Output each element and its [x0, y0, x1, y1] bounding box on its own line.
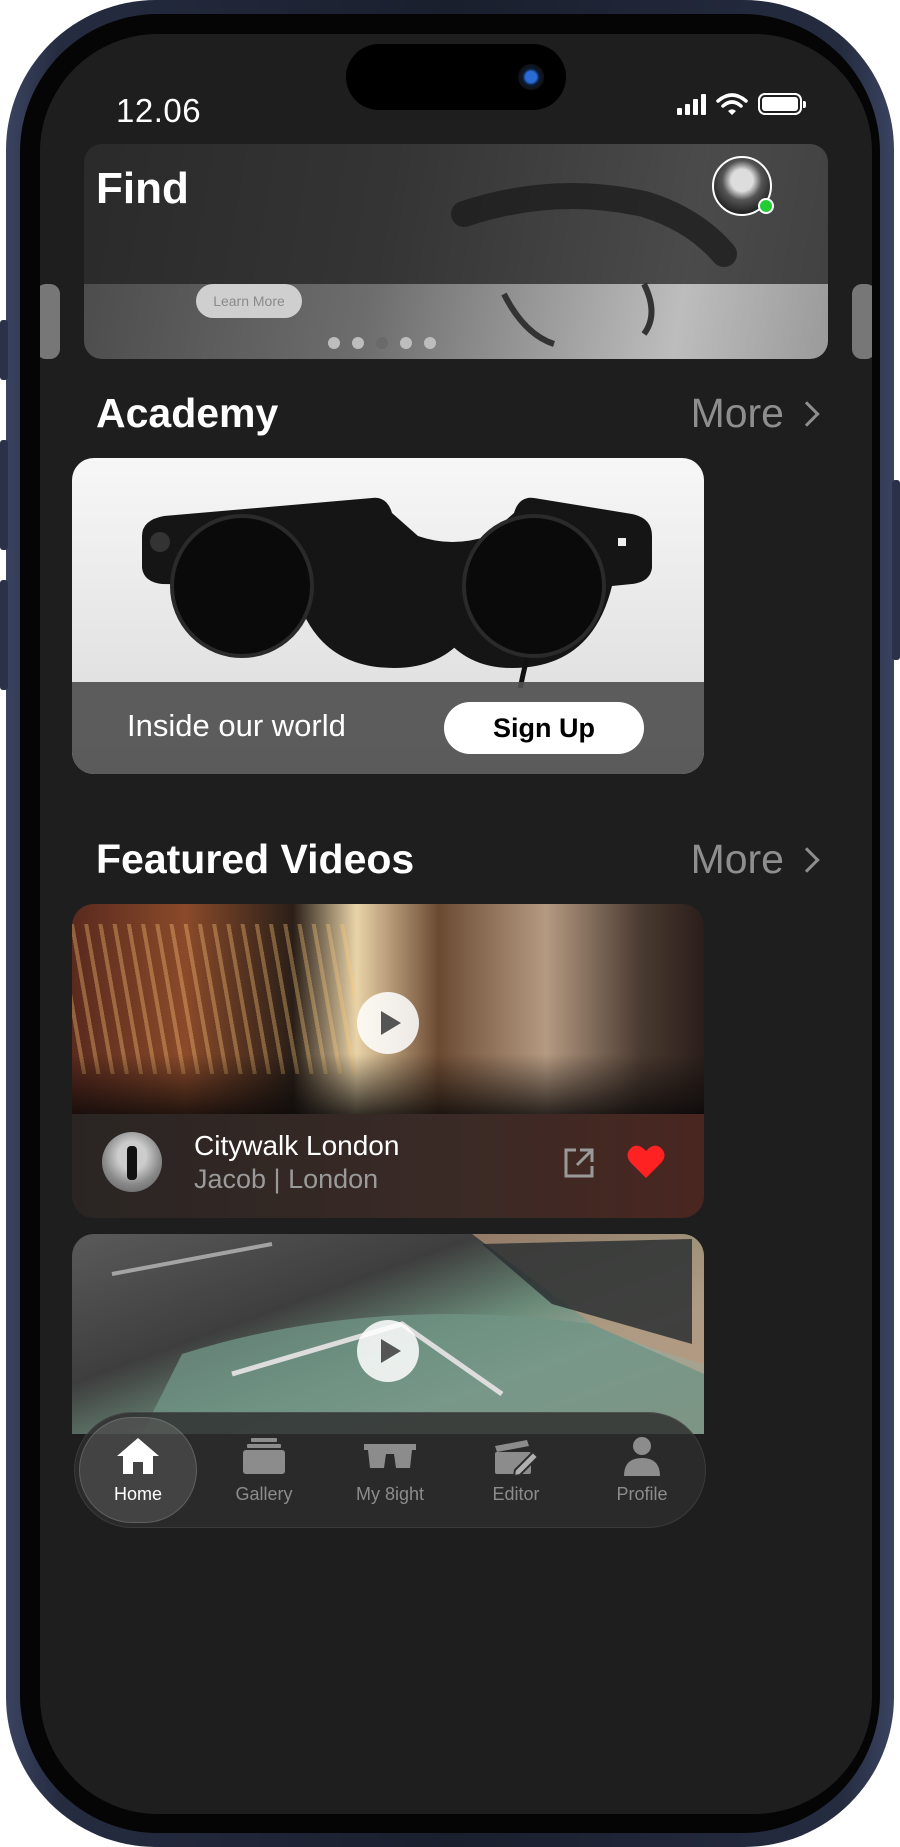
heart-icon[interactable] — [626, 1144, 666, 1180]
academy-glasses-image — [142, 497, 652, 688]
tab-my-8ight[interactable]: My 8ight — [327, 1413, 453, 1527]
tab-label: Profile — [616, 1483, 668, 1504]
academy-more-link[interactable]: More — [690, 390, 820, 437]
page-title: Find — [96, 164, 189, 213]
tab-label: Gallery — [235, 1483, 293, 1504]
banner-next-peek — [852, 284, 872, 359]
more-label: More — [690, 390, 784, 436]
academy-caption: Inside our world — [127, 708, 346, 743]
chevron-right-icon — [794, 846, 820, 873]
banner-prev-peek — [40, 284, 60, 359]
featured-section-title: Featured Videos — [96, 836, 415, 882]
tab-gallery[interactable]: Gallery — [201, 1413, 327, 1527]
tab-label: Editor — [492, 1483, 540, 1504]
wifi-icon — [716, 93, 748, 115]
editor-icon — [495, 1439, 539, 1476]
play-icon[interactable] — [357, 1320, 419, 1382]
volume-down-button — [0, 580, 8, 690]
tab-label: Home — [113, 1483, 162, 1504]
video-title: Citywalk London — [194, 1130, 400, 1161]
carousel-dots — [328, 337, 436, 349]
chevron-right-icon — [794, 400, 820, 427]
carousel-dot[interactable] — [424, 337, 436, 349]
learn-more-button[interactable]: Learn More — [196, 284, 302, 318]
video-card[interactable]: Citywalk London Jacob | London — [72, 904, 704, 1218]
glasses-icon — [364, 1443, 416, 1468]
thumbnail-lights — [72, 924, 357, 1074]
carousel-dot[interactable] — [400, 337, 412, 349]
dynamic-island — [346, 44, 566, 110]
cellular-signal-icon — [677, 93, 706, 115]
home-icon — [117, 1437, 159, 1474]
tab-editor[interactable]: Editor — [453, 1413, 579, 1527]
academy-card[interactable]: Inside our world Sign Up — [72, 458, 704, 774]
screen: Learn More 12.06 Find Academy More Insid… — [40, 34, 872, 1814]
carousel-dot[interactable] — [328, 337, 340, 349]
online-status-indicator — [758, 198, 774, 214]
volume-up-button — [0, 440, 8, 550]
video-info-bar: Citywalk London Jacob | London — [72, 1114, 704, 1218]
carousel-dot[interactable] — [352, 337, 364, 349]
battery-icon — [758, 93, 806, 115]
video-subtitle: Jacob | London — [194, 1164, 379, 1194]
share-icon[interactable] — [562, 1146, 596, 1180]
thumbnail-shade — [72, 1054, 704, 1114]
user-avatar[interactable] — [712, 156, 774, 216]
tab-label: My 8ight — [355, 1483, 425, 1504]
more-label: More — [690, 836, 784, 882]
academy-caption-bar: Inside our world Sign Up — [72, 682, 704, 774]
power-button — [892, 480, 900, 660]
play-icon[interactable] — [357, 992, 419, 1054]
profile-icon — [624, 1436, 660, 1476]
action-button — [0, 320, 8, 380]
tab-profile[interactable]: Profile — [579, 1413, 705, 1527]
phone-frame: Learn More 12.06 Find Academy More Insid… — [0, 0, 900, 1847]
status-time: 12.06 — [116, 92, 202, 129]
carousel-dot-active[interactable] — [376, 337, 388, 349]
tab-bar: Home Gallery My 8ight Editor Profile — [74, 1412, 706, 1528]
creator-avatar[interactable] — [102, 1132, 162, 1192]
gallery-icon — [243, 1437, 285, 1474]
featured-more-link[interactable]: More — [690, 836, 820, 883]
status-icons — [677, 92, 806, 116]
academy-section-title: Academy — [96, 390, 279, 436]
sign-up-button[interactable]: Sign Up — [444, 702, 644, 754]
camera-icon — [518, 64, 544, 90]
tab-home[interactable]: Home — [75, 1413, 201, 1527]
